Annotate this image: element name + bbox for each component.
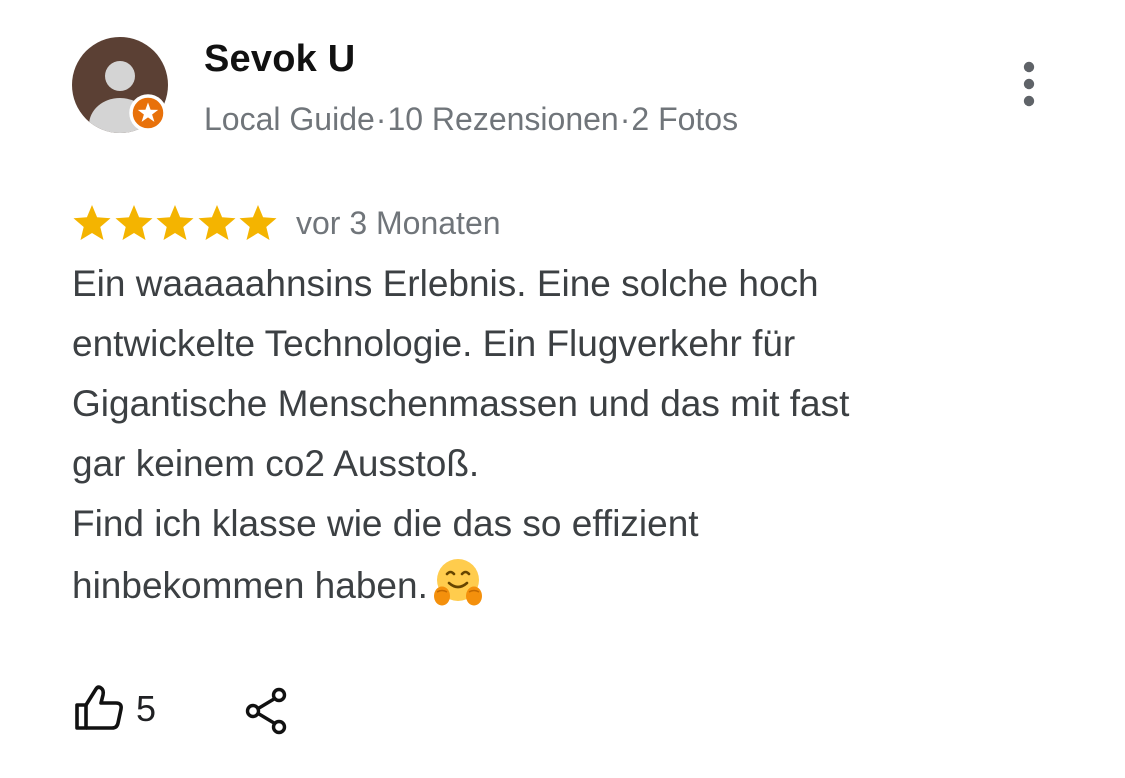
share-icon	[245, 687, 287, 735]
author-name[interactable]: Sevok U	[204, 38, 355, 81]
local-guide-star-icon	[129, 94, 167, 132]
thumbs-up-icon	[75, 685, 123, 730]
more-options-button[interactable]	[1004, 58, 1054, 112]
author-meta: Local Guide·10 Rezensionen·2 Fotos	[204, 101, 738, 138]
star-filled-icon	[73, 205, 111, 240]
star-rating	[72, 203, 280, 243]
meta-separator: ·	[375, 101, 387, 137]
share-button[interactable]	[242, 686, 292, 736]
like-button[interactable]: 5	[72, 683, 156, 735]
star-filled-icon	[115, 205, 153, 240]
meta-separator: ·	[619, 101, 631, 137]
more-vert-icon	[1023, 61, 1035, 107]
star-filled-icon	[156, 205, 194, 240]
star-filled-icon	[239, 205, 277, 240]
photo-count: 2 Fotos	[631, 101, 739, 137]
hugging-face-emoji	[433, 559, 482, 606]
author-avatar[interactable]	[72, 37, 168, 133]
local-guide-label: Local Guide	[204, 101, 375, 137]
review-count: 10 Rezensionen	[387, 101, 619, 137]
rating-row: vor 3 Monaten	[72, 198, 501, 248]
review-text: Ein waaaaahnsins Erlebnis. Eine solche h…	[72, 254, 1032, 616]
review-date: vor 3 Monaten	[295, 204, 501, 241]
star-filled-icon	[198, 205, 236, 240]
like-count: 5	[136, 688, 156, 729]
